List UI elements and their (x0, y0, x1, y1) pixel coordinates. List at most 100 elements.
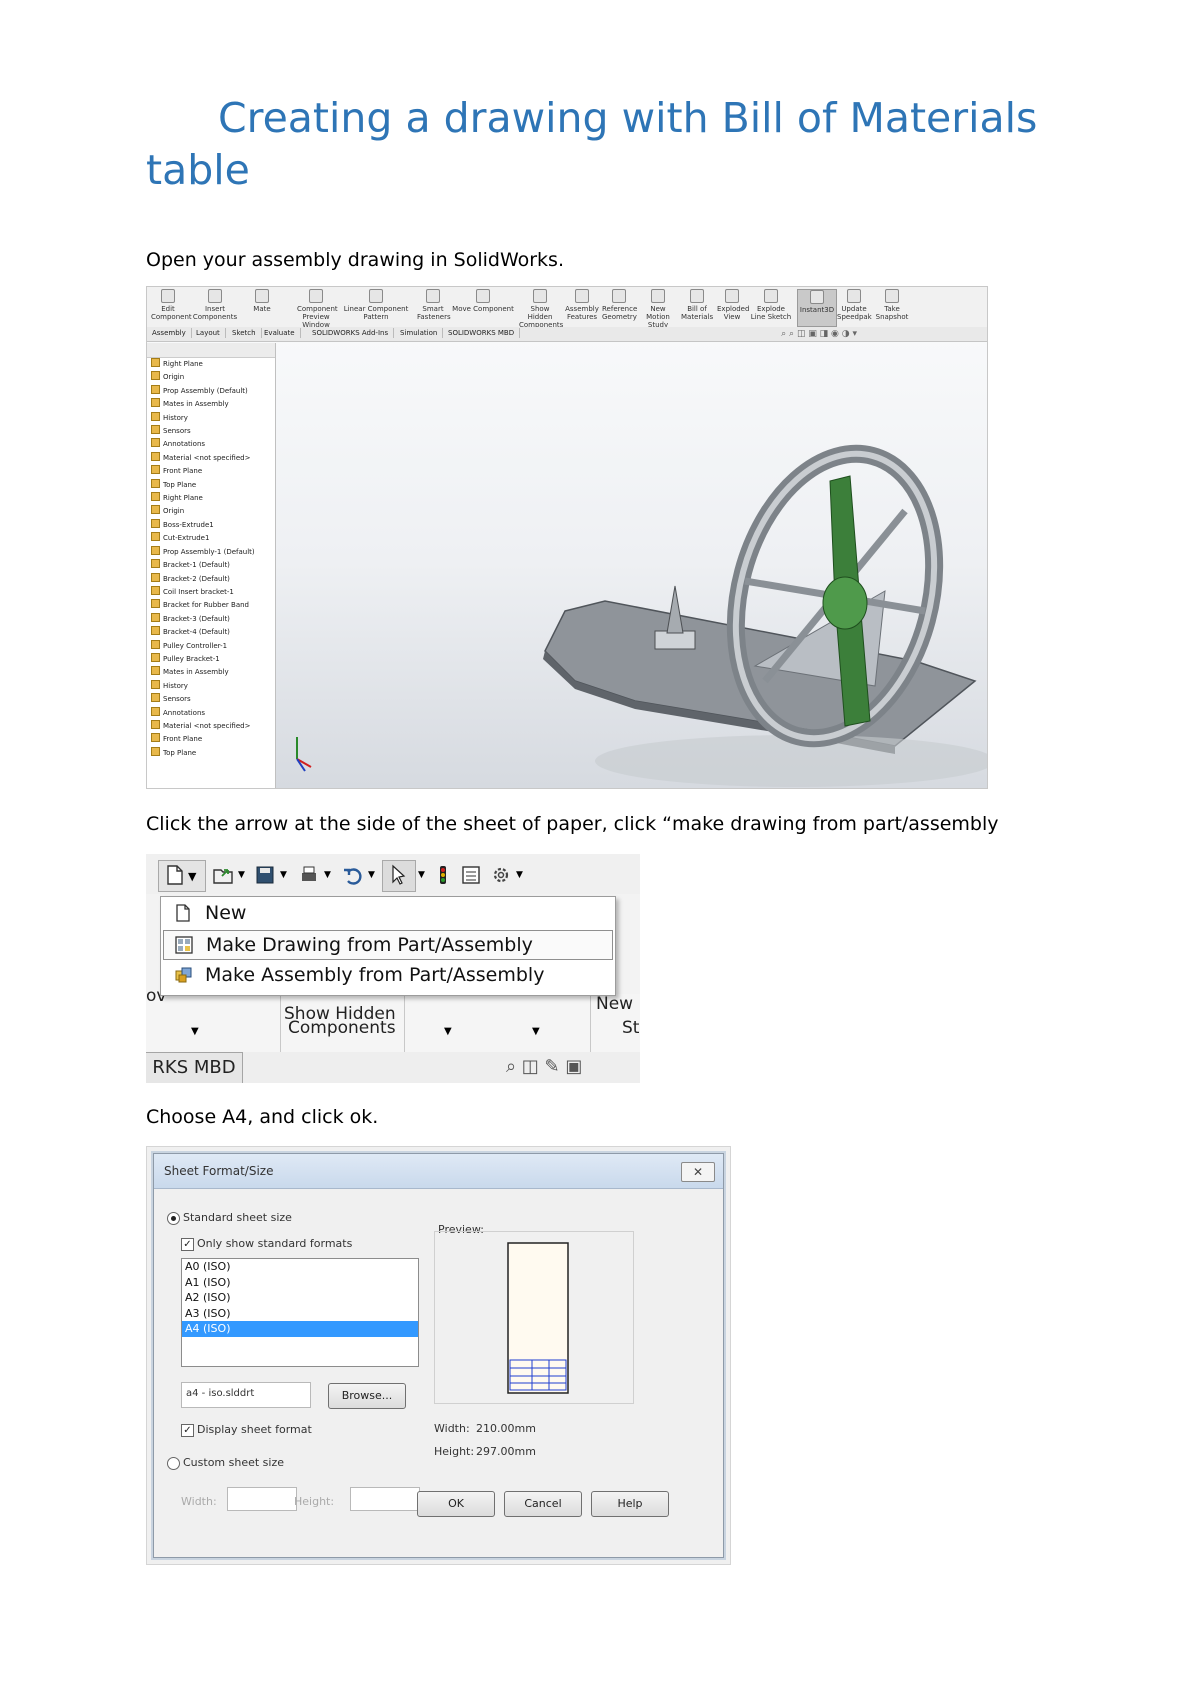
save-dropdown-icon[interactable]: ▼ (280, 870, 287, 880)
ribbon-button[interactable]: New Motion Study (639, 289, 677, 329)
ribbon-tool-icon (575, 289, 589, 303)
ribbon-button[interactable]: Edit Component (151, 289, 192, 325)
tree-item[interactable]: Boss-Extrude1 (147, 518, 275, 532)
ribbon-button[interactable]: Move Component (452, 289, 514, 325)
list-item[interactable]: A2 (ISO) (182, 1290, 418, 1306)
ribbon-button[interactable]: Component Preview Window (297, 289, 338, 329)
model-viewport[interactable] (275, 341, 987, 788)
custom-width-field[interactable] (227, 1487, 297, 1511)
tree-item[interactable]: Bracket-1 (Default) (147, 559, 275, 572)
ribbon-button[interactable]: Take Snapshot (875, 289, 909, 325)
save-icon[interactable] (254, 864, 276, 886)
tree-item[interactable]: Annotations (147, 706, 275, 720)
ribbon-button[interactable]: Update Speedpak (837, 289, 872, 325)
undo-icon[interactable] (342, 864, 364, 886)
new-dropdown-arrow-icon[interactable]: ▼ (188, 870, 196, 883)
tree-toolbar[interactable] (147, 343, 275, 358)
ribbon-button-label: Instant3D (799, 306, 835, 314)
cancel-button[interactable]: Cancel (504, 1491, 582, 1517)
tree-item[interactable]: Front Plane (147, 465, 275, 478)
ok-button[interactable]: OK (417, 1491, 495, 1517)
browse-button[interactable]: Browse... (328, 1383, 406, 1409)
format-file-field[interactable]: a4 - iso.slddrt (181, 1382, 311, 1408)
custom-size-radio[interactable] (167, 1457, 180, 1470)
ribbon-button[interactable]: Reference Geometry (602, 289, 637, 325)
options-gear-icon[interactable] (490, 864, 512, 886)
tree-item[interactable]: Origin (147, 371, 275, 384)
list-item[interactable]: A1 (ISO) (182, 1275, 418, 1291)
list-item-selected[interactable]: A4 (ISO) (182, 1321, 418, 1337)
command-tab[interactable]: SOLIDWORKS MBD (443, 328, 521, 338)
list-item[interactable]: A0 (ISO) (182, 1259, 418, 1275)
open-dropdown-icon[interactable]: ▼ (238, 870, 245, 880)
tree-item[interactable]: Bracket for Rubber Band (147, 599, 275, 612)
tree-item[interactable]: Pulley Bracket-1 (147, 652, 275, 666)
divider (404, 994, 405, 1052)
new-document-icon[interactable] (164, 864, 186, 886)
command-tab[interactable]: Evaluate (259, 328, 301, 338)
menu-item-new[interactable]: New (163, 899, 611, 927)
tree-item[interactable]: Origin (147, 505, 275, 518)
menu-item-make-drawing[interactable]: Make Drawing from Part/Assembly (163, 930, 613, 960)
select-cursor-icon[interactable] (388, 864, 410, 886)
tree-item[interactable]: Top Plane (147, 478, 275, 492)
only-standard-checkbox[interactable]: ✓ (181, 1238, 194, 1251)
ribbon-button[interactable]: Instant3D (797, 289, 837, 327)
tree-item[interactable]: Top Plane (147, 746, 275, 760)
file-properties-icon[interactable] (460, 864, 482, 886)
tree-item[interactable]: Prop Assembly (Default) (147, 384, 275, 398)
sheet-size-list[interactable]: A0 (ISO) A1 (ISO) A2 (ISO) A3 (ISO) A4 (… (181, 1258, 419, 1367)
command-tab[interactable]: Simulation (395, 328, 444, 338)
tree-item[interactable]: Right Plane (147, 492, 275, 505)
tree-item[interactable]: History (147, 679, 275, 693)
tree-item[interactable]: History (147, 411, 275, 425)
tree-item[interactable]: Front Plane (147, 733, 275, 746)
tree-item[interactable]: Material <not specified> (147, 719, 275, 733)
tab-mbd[interactable]: RKS MBD (146, 1052, 243, 1083)
ribbon-button[interactable]: Assembly Features (565, 289, 599, 325)
select-dropdown-icon[interactable]: ▼ (418, 870, 425, 880)
tree-item[interactable]: Bracket-3 (Default) (147, 612, 275, 626)
ribbon-button[interactable]: Linear Component Pattern (337, 289, 415, 325)
tree-item[interactable]: Annotations (147, 438, 275, 451)
options-dropdown-icon[interactable]: ▼ (516, 870, 523, 880)
command-tab[interactable]: SOLIDWORKS Add-Ins (307, 328, 395, 338)
tree-item[interactable]: Mates in Assembly (147, 398, 275, 411)
undo-dropdown-icon[interactable]: ▼ (368, 870, 375, 880)
menu-item-make-assembly[interactable]: Make Assembly from Part/Assembly (163, 961, 611, 989)
print-icon[interactable] (298, 864, 320, 886)
command-tab[interactable]: Assembly (147, 328, 192, 338)
open-folder-icon[interactable] (212, 864, 234, 886)
ribbon-button[interactable]: Exploded View (717, 289, 749, 325)
close-icon[interactable]: ✕ (681, 1162, 715, 1182)
tree-item[interactable]: Mates in Assembly (147, 666, 275, 679)
tree-item[interactable]: Coil Insert bracket-1 (147, 585, 275, 599)
help-button[interactable]: Help (591, 1491, 669, 1517)
ribbon-button[interactable]: Bill of Materials (681, 289, 713, 325)
tree-item[interactable]: Pulley Controller-1 (147, 639, 275, 653)
ribbon-button[interactable]: Smart Fasteners (417, 289, 451, 325)
tree-item[interactable]: Bracket-2 (Default) (147, 572, 275, 586)
ribbon-button[interactable]: Show Hidden Components (519, 289, 563, 329)
tree-item[interactable]: Right Plane (147, 358, 275, 371)
tree-item[interactable]: Prop Assembly-1 (Default) (147, 545, 275, 559)
ribbon-button[interactable]: Mate (247, 289, 277, 325)
list-item[interactable]: A3 (ISO) (182, 1306, 418, 1322)
tree-item[interactable]: Sensors (147, 693, 275, 706)
tree-item[interactable]: Bracket-4 (Default) (147, 626, 275, 639)
tree-item[interactable]: Material <not specified> (147, 451, 275, 465)
command-tab[interactable]: Layout (191, 328, 226, 338)
view-toolbar[interactable]: ⌕ ⌕ ◫ ▣ ◨ ◉ ◑ ▾ (781, 329, 857, 339)
ribbon-button-label: Explode Line Sketch (750, 305, 792, 321)
command-tab[interactable]: Sketch (227, 328, 262, 338)
print-dropdown-icon[interactable]: ▼ (324, 870, 331, 880)
display-format-checkbox[interactable]: ✓ (181, 1424, 194, 1437)
ribbon-button[interactable]: Insert Components (187, 289, 243, 325)
ribbon-button[interactable]: Explode Line Sketch (749, 289, 793, 325)
standard-size-radio[interactable] (167, 1212, 180, 1225)
tree-item[interactable]: Sensors (147, 425, 275, 438)
tree-item[interactable]: Cut-Extrude1 (147, 532, 275, 545)
rebuild-traffic-light-icon[interactable] (432, 864, 454, 886)
view-tools-icon[interactable]: ⌕ ◫ ✎ ▣ (506, 1056, 582, 1077)
custom-height-field[interactable] (350, 1487, 420, 1511)
